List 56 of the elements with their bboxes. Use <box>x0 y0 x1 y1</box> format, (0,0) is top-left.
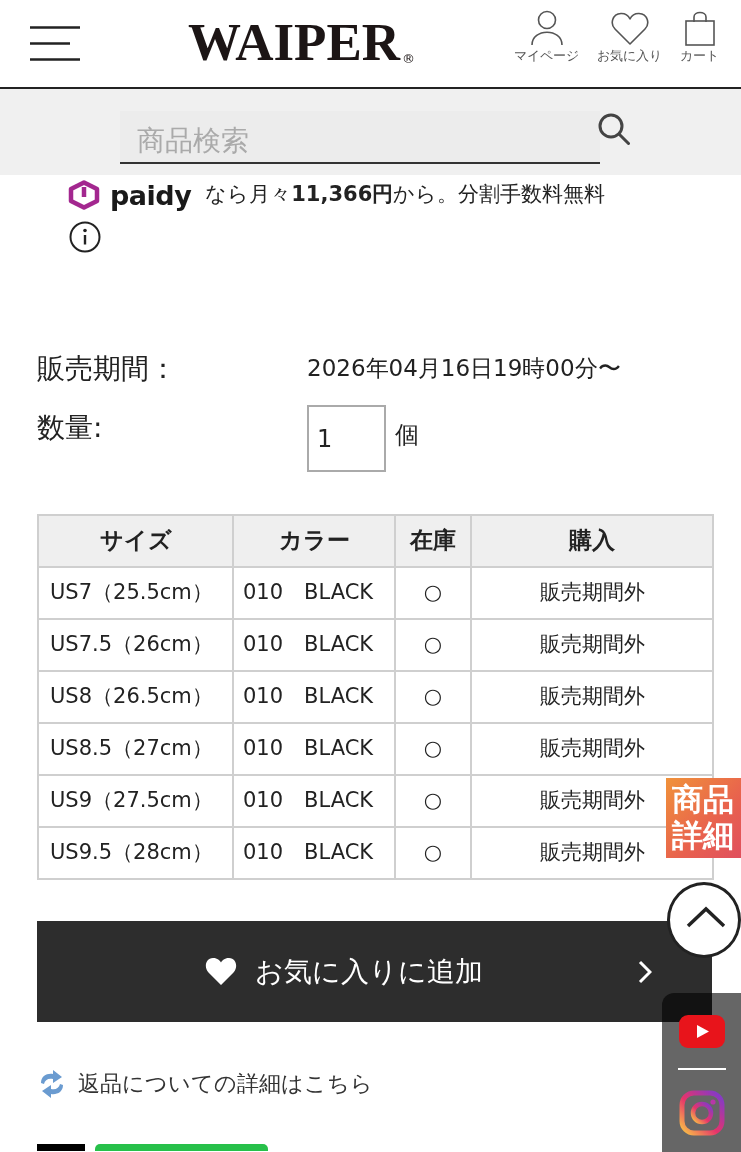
column-header: サイズ <box>38 515 233 567</box>
quantity-label: 数量: <box>37 411 104 445</box>
table-cell: 010 BLACK <box>233 827 395 879</box>
column-header: カラー <box>233 515 395 567</box>
table-cell: 販売期間外 <box>471 619 713 671</box>
search-icon <box>598 113 630 145</box>
nav-item[interactable]: カート <box>680 9 719 64</box>
menu-button[interactable] <box>30 25 80 61</box>
sale-period-value: 2026年04月16日19時00分〜 <box>307 355 621 383</box>
table-cell: 010 BLACK <box>233 671 395 723</box>
chevron-right-icon <box>638 959 652 984</box>
nav-item[interactable]: マイページ <box>514 9 579 64</box>
table-cell: 010 BLACK <box>233 775 395 827</box>
table-cell: US7（25.5cm） <box>38 567 233 619</box>
paidy-logo: paidy <box>110 181 192 209</box>
info-icon <box>69 221 101 253</box>
sale-period-label: 販売期間： <box>37 352 178 386</box>
table-cell: 販売期間外 <box>471 671 713 723</box>
quantity-unit: 個 <box>395 421 419 450</box>
table-cell: ○ <box>395 775 471 827</box>
refresh-icon <box>38 1069 66 1099</box>
table-cell: US8.5（27cm） <box>38 723 233 775</box>
info-button[interactable] <box>69 221 101 253</box>
table-cell: 010 BLACK <box>233 567 395 619</box>
table-cell: ○ <box>395 671 471 723</box>
heart-icon <box>205 957 237 986</box>
table-cell: US9.5（28cm） <box>38 827 233 879</box>
column-header: 購入 <box>471 515 713 567</box>
video-play-icon[interactable] <box>678 1015 725 1048</box>
quantity-field[interactable]: 1 <box>307 405 386 472</box>
table-cell: ○ <box>395 827 471 879</box>
shopping-bag-icon <box>683 9 716 46</box>
registered-mark: ® <box>402 52 416 65</box>
return-link[interactable]: 返品についての詳細はこちら <box>38 1069 373 1099</box>
table-cell: ○ <box>395 619 471 671</box>
person-icon <box>529 9 564 46</box>
table-cell: US7.5（26cm） <box>38 619 233 671</box>
search-button[interactable] <box>598 113 630 145</box>
camera-icon[interactable] <box>678 1090 725 1136</box>
table-cell: 販売期間外 <box>471 567 713 619</box>
table-cell: 販売期間外 <box>471 723 713 775</box>
favorite-button[interactable]: お気に入りに追加 <box>37 921 712 1022</box>
column-header: 在庫 <box>395 515 471 567</box>
paidy-icon <box>68 180 100 210</box>
nav-item[interactable]: お気に入り <box>597 11 662 64</box>
chevron-up-icon <box>686 906 726 928</box>
table-cell: ○ <box>395 723 471 775</box>
table-cell: 010 BLACK <box>233 723 395 775</box>
table-cell: 010 BLACK <box>233 619 395 671</box>
table-cell: US9（27.5cm） <box>38 775 233 827</box>
menu-icon <box>30 25 80 61</box>
table-cell: ○ <box>395 567 471 619</box>
search-field[interactable]: 商品検索 <box>120 111 600 164</box>
heart-icon <box>610 11 649 46</box>
table-cell: US8（26.5cm） <box>38 671 233 723</box>
logo[interactable]: WAIPER <box>188 16 401 69</box>
